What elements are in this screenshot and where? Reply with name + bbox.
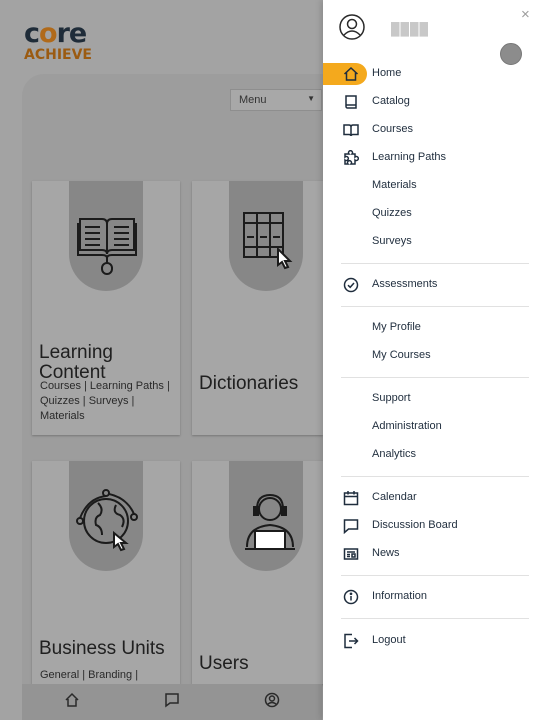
menu-item-label: Home — [372, 67, 402, 79]
menu-divider — [341, 306, 529, 307]
home-icon[interactable] — [64, 692, 80, 708]
menu-item-discussion-board[interactable]: Discussion Board — [323, 514, 547, 538]
user-headset-icon — [245, 493, 295, 550]
close-icon[interactable]: × — [521, 6, 530, 23]
menu-item-assessments[interactable]: Assessments — [323, 273, 547, 297]
menu-item-label: Materials — [372, 179, 417, 191]
menu-item-my-profile[interactable]: My Profile — [323, 316, 547, 340]
username: ████ — [391, 22, 430, 36]
globe-icon — [76, 489, 138, 552]
menu-item-calendar[interactable]: Calendar — [323, 486, 547, 510]
card-users[interactable]: Users — [192, 461, 323, 684]
menu-divider — [341, 575, 529, 576]
menu-item-label: Information — [372, 590, 428, 602]
user-circle-icon[interactable] — [264, 692, 280, 708]
menu-divider — [341, 263, 529, 264]
card-dictionaries[interactable]: Dictionaries — [192, 181, 323, 435]
menu-item-label: Surveys — [372, 235, 412, 247]
menu-item-label: My Courses — [372, 349, 431, 361]
menu-item-label: Discussion Board — [372, 519, 458, 531]
menu-item-label: Calendar — [372, 491, 417, 503]
menu-item-catalog[interactable]: Catalog — [323, 90, 547, 114]
menu-item-logout[interactable]: Logout — [323, 629, 547, 653]
navigation-drawer: ████ × Home Catalog Courses Learning Pat… — [323, 0, 547, 720]
menu-item-label: News — [372, 547, 400, 559]
bottom-nav-bar — [22, 684, 322, 720]
menu-item-label: Assessments — [372, 278, 438, 290]
menu-item-courses[interactable]: Courses — [323, 118, 547, 142]
logo-core-text: core — [24, 18, 87, 49]
card-learning-content[interactable]: Learning Content Courses | Learning Path… — [32, 181, 180, 435]
menu-select-value: Menu — [239, 94, 267, 106]
card-subtitle[interactable]: Courses | Learning Paths | Quizzes | Sur… — [40, 379, 172, 424]
books-icon — [243, 212, 293, 270]
brand-logo[interactable]: core ACHIEVE — [24, 18, 92, 63]
menu-divider — [341, 377, 529, 378]
menu-item-quizzes[interactable]: Quizzes — [323, 202, 547, 226]
card-subtitle[interactable]: General | Branding | — [40, 668, 180, 683]
menu-item-label: Catalog — [372, 95, 410, 107]
menu-select[interactable]: Menu ▼ — [230, 89, 322, 111]
menu-item-materials[interactable]: Materials — [323, 174, 547, 198]
avatar-icon[interactable] — [339, 14, 365, 40]
menu-item-my-courses[interactable]: My Courses — [323, 344, 547, 368]
menu-item-label: Learning Paths — [372, 151, 446, 163]
menu-item-analytics[interactable]: Analytics — [323, 443, 547, 467]
card-business-units[interactable]: Business Units General | Branding | — [32, 461, 180, 684]
book-open-icon — [343, 124, 359, 137]
chat-icon — [343, 519, 359, 534]
menu-divider — [341, 618, 529, 619]
card-title: Learning Content — [39, 342, 113, 383]
menu-item-label: My Profile — [372, 321, 421, 333]
menu-item-label: Analytics — [372, 448, 417, 460]
menu-item-learning-paths[interactable]: Learning Paths — [323, 146, 547, 170]
menu-item-label: Courses — [372, 123, 413, 135]
info-icon — [343, 589, 359, 605]
menu-item-support[interactable]: Support — [323, 387, 547, 411]
card-title: Business Units — [39, 638, 165, 659]
chat-icon[interactable] — [164, 692, 180, 708]
catalog-icon — [345, 95, 357, 109]
card-title: Dictionaries — [199, 373, 299, 394]
menu-item-label: Support — [372, 392, 411, 404]
menu-item-administration[interactable]: Administration — [323, 415, 547, 439]
logo-achieve-text: ACHIEVE — [24, 47, 92, 63]
menu-item-label: Administration — [372, 420, 442, 432]
menu-item-label: Logout — [372, 634, 406, 646]
calendar-icon — [343, 491, 359, 506]
caret-down-icon: ▼ — [307, 94, 315, 103]
check-circle-icon — [343, 277, 359, 293]
menu-item-information[interactable]: Information — [323, 585, 547, 609]
home-icon — [343, 66, 359, 81]
menu-divider — [341, 476, 529, 477]
news-icon — [343, 548, 359, 560]
logout-icon — [344, 633, 359, 649]
open-book-icon — [77, 218, 137, 275]
puzzle-icon — [344, 150, 359, 165]
menu-item-home[interactable]: Home — [323, 62, 547, 86]
card-title: Users — [199, 653, 249, 674]
menu-item-label: Quizzes — [372, 207, 412, 219]
menu-item-surveys[interactable]: Surveys — [323, 230, 547, 254]
menu-item-news[interactable]: News — [323, 542, 547, 566]
